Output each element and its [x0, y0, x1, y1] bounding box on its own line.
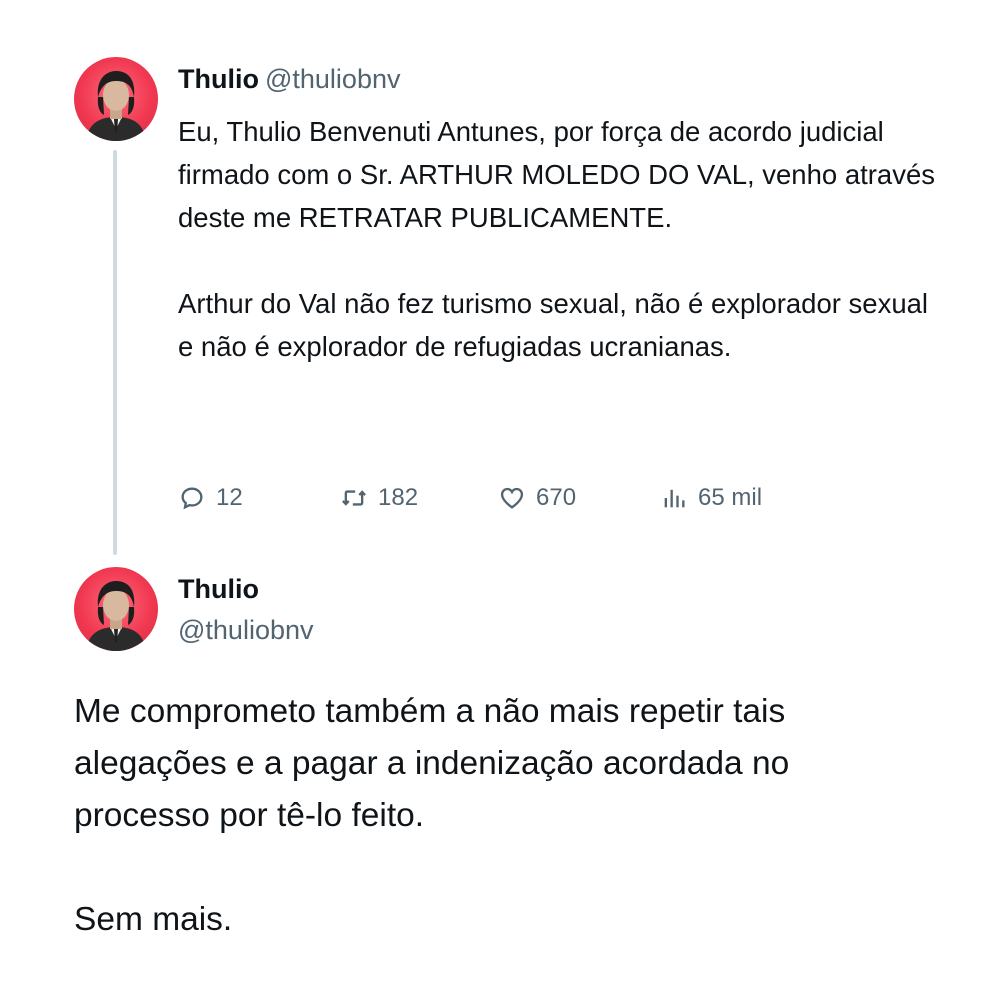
tweet-paragraph: Sem mais.	[74, 901, 233, 938]
reply-button[interactable]: 12	[178, 478, 243, 518]
avatar-portrait-icon	[86, 71, 146, 141]
author-display-name[interactable]: Thulio	[178, 572, 259, 606]
retweet-icon	[342, 490, 366, 506]
like-count: 670	[536, 484, 577, 511]
avatar[interactable]	[74, 567, 158, 651]
like-button[interactable]: 670	[498, 478, 576, 518]
views-icon	[664, 489, 685, 508]
tweet-paragraph: Me comprometo também a não mais repetir …	[74, 693, 790, 834]
tweet-body: Eu, Thulio Benvenuti Antunes, por força …	[178, 110, 938, 368]
avatar-portrait-icon	[86, 581, 146, 651]
tweet-paragraph: Arthur do Val não fez turismo sexual, nã…	[178, 288, 929, 362]
thread-connector-line	[113, 150, 117, 555]
reply-count: 12	[216, 484, 243, 511]
views-count: 65 mil	[698, 484, 763, 511]
author-display-name[interactable]: Thulio	[178, 64, 259, 94]
author-handle[interactable]: @thuliobnv	[265, 64, 401, 94]
tweet-paragraph: Eu, Thulio Benvenuti Antunes, por força …	[178, 116, 936, 233]
views-button[interactable]: 65 mil	[660, 478, 762, 518]
author-handle[interactable]: @thuliobnv	[178, 613, 314, 647]
retweet-button[interactable]: 182	[340, 478, 418, 518]
tweet-action-bar: 12 182 670 65 mil	[178, 478, 818, 518]
tweet-body: Me comprometo também a não mais repetir …	[74, 686, 934, 946]
tweet-author-row: Thulio @thuliobnv	[178, 62, 400, 96]
reply-icon	[181, 487, 203, 510]
avatar[interactable]	[74, 57, 158, 141]
retweet-count: 182	[378, 484, 419, 511]
heart-icon	[500, 487, 524, 509]
